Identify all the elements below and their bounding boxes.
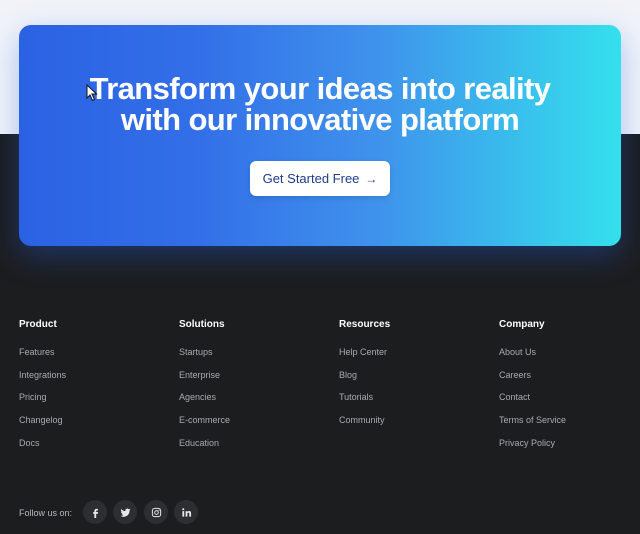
footer-link-privacy-policy[interactable]: Privacy Policy [499, 437, 566, 460]
footer-link-integrations[interactable]: Integrations [19, 369, 66, 392]
footer-column-solutions: Solutions Startups Enterprise Agencies E… [179, 319, 230, 459]
footer-column-company: Company About Us Careers Contact Terms o… [499, 319, 566, 459]
twitter-icon [119, 508, 131, 517]
footer-link-pricing[interactable]: Pricing [19, 391, 66, 414]
footer-link-agencies[interactable]: Agencies [179, 391, 230, 414]
footer-link-changelog[interactable]: Changelog [19, 414, 66, 437]
footer-link-blog[interactable]: Blog [339, 369, 390, 392]
instagram-link[interactable] [144, 500, 168, 524]
footer-link-contact[interactable]: Contact [499, 391, 566, 414]
mouse-cursor-icon [86, 84, 98, 102]
footer-column-title: Product [19, 319, 57, 330]
get-started-label: Get Started Free [262, 171, 360, 186]
arrow-right-icon: → [365, 171, 378, 186]
footer-column-title: Solutions [179, 319, 225, 330]
facebook-link[interactable] [83, 500, 107, 524]
twitter-link[interactable] [113, 500, 137, 524]
footer-column-resources: Resources Help Center Blog Tutorials Com… [339, 319, 390, 437]
footer-link-tutorials[interactable]: Tutorials [339, 391, 390, 414]
facebook-icon [92, 508, 98, 518]
hero-title-line-2: with our innovative platform [120, 102, 520, 137]
footer-link-enterprise[interactable]: Enterprise [179, 369, 230, 392]
instagram-icon [151, 507, 161, 517]
footer-link-help-center[interactable]: Help Center [339, 346, 390, 369]
footer-column-product: Product Features Integrations Pricing Ch… [19, 319, 66, 459]
footer-link-community[interactable]: Community [339, 414, 390, 437]
footer-link-education[interactable]: Education [179, 437, 230, 460]
footer-link-careers[interactable]: Careers [499, 369, 566, 392]
hero-title: Transform your ideas into reality with o… [0, 73, 640, 135]
footer-link-startups[interactable]: Startups [179, 346, 230, 369]
footer-link-e-commerce[interactable]: E-commerce [179, 414, 230, 437]
footer-column-title: Resources [339, 319, 391, 330]
footer-link-about-us[interactable]: About Us [499, 346, 566, 369]
linkedin-icon [181, 507, 191, 517]
get-started-button[interactable]: Get Started Free → [250, 161, 390, 196]
footer-link-docs[interactable]: Docs [19, 437, 66, 460]
linkedin-link[interactable] [174, 500, 198, 524]
footer-column-title: Company [499, 319, 545, 330]
footer-link-terms-of-service[interactable]: Terms of Service [499, 414, 566, 437]
footer-link-features[interactable]: Features [19, 346, 66, 369]
follow-us-label: Follow us on: [19, 508, 73, 518]
